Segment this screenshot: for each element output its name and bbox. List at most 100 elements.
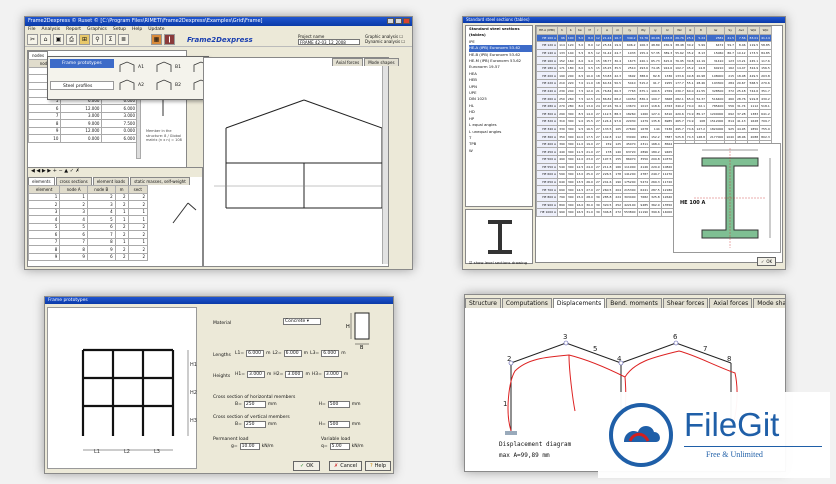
table-cell[interactable]: 4787 <box>636 170 651 179</box>
table-cell[interactable]: 12.5 <box>584 94 595 103</box>
variable-load-input[interactable]: 5.00 <box>329 443 350 450</box>
table-cell[interactable]: 18.08 <box>735 71 748 81</box>
table-cell[interactable]: 125 <box>612 139 624 149</box>
table-cell[interactable]: 12.000 <box>60 104 103 113</box>
table-cell[interactable]: 1 <box>59 192 88 201</box>
table-cell[interactable]: 27 <box>593 132 602 141</box>
table-cell[interactable]: 31.74 <box>735 101 748 111</box>
table-cell[interactable]: 460 <box>724 94 736 103</box>
table-cell[interactable]: 465.7 <box>673 117 686 126</box>
table-cell[interactable]: 7 <box>27 237 61 246</box>
table-cell[interactable]: 27 <box>593 177 602 187</box>
table-cell[interactable]: 1824000 <box>706 124 726 134</box>
table-cell[interactable]: 324.9 <box>746 63 761 73</box>
table-cell[interactable]: 16.5 <box>574 208 586 217</box>
material-select[interactable]: Concrete ▾ <box>283 318 321 325</box>
show-drawing-checkbox[interactable]: ☑ show level sections drawing <box>469 260 527 265</box>
table-cell[interactable]: 3692 <box>622 71 638 81</box>
table-cell[interactable]: 18260 <box>622 109 638 119</box>
table-cell[interactable]: 430.2 <box>759 94 772 103</box>
table-cell[interactable]: 178 <box>600 147 614 156</box>
table-cell[interactable]: 25.18 <box>735 86 748 96</box>
table-cell[interactable]: 515.2 <box>636 79 651 88</box>
table-cell[interactable]: 12 <box>593 41 602 50</box>
table-cell[interactable]: 490 <box>557 155 567 164</box>
table-cell[interactable]: 14.0 <box>584 109 595 119</box>
table-cell[interactable]: 166 <box>612 162 624 172</box>
table-cell[interactable]: 16.0 <box>574 200 586 210</box>
table-cell[interactable]: 148.8 <box>694 132 708 141</box>
table-cell[interactable]: 300 <box>565 192 576 202</box>
table-cell[interactable]: 152.2 <box>649 132 662 141</box>
table-cell[interactable]: 2581 <box>706 33 726 43</box>
table-cell[interactable]: 8.5 <box>584 48 595 58</box>
dialog-ok-button[interactable]: ✓ OK <box>293 461 321 471</box>
table-cell[interactable]: 13670 <box>622 101 638 111</box>
open-file-button[interactable]: ⌂ <box>40 34 51 45</box>
table-cell[interactable]: 6472 <box>706 41 726 50</box>
table-cell[interactable]: 3 <box>86 200 116 209</box>
table-cell[interactable]: 525.8 <box>673 132 686 141</box>
table-cell[interactable]: 64.34 <box>600 79 614 88</box>
table-cell[interactable]: 30.4 <box>612 56 624 65</box>
project-name-field[interactable]: FRAME 42-03_12_2008 <box>298 39 360 45</box>
table-cell[interactable]: 74.6 <box>684 124 696 134</box>
table-cell[interactable]: 84.85 <box>759 48 772 58</box>
table-cell[interactable]: 290 <box>557 109 567 119</box>
table-cell[interactable]: 2 <box>114 192 129 201</box>
table-cell[interactable]: 925 <box>724 124 736 134</box>
table-cell[interactable]: 1512000 <box>706 117 726 126</box>
table-cell[interactable]: 62.1 <box>694 101 708 111</box>
table-cell[interactable]: 744.6 <box>746 86 761 96</box>
table-row[interactable]: HE 340 A 330 300 9.5 16.5 27 133.5 105 27690 1678… <box>536 124 772 134</box>
table-cell[interactable]: 68.2 <box>612 94 624 103</box>
table-cell[interactable]: HE 600 A <box>536 170 559 179</box>
table-cell[interactable]: 390 <box>557 139 567 149</box>
table-cell[interactable]: 229.9 <box>649 162 662 172</box>
prototype-option[interactable]: B2 <box>155 77 190 93</box>
table-cell[interactable]: 230.7 <box>673 86 686 96</box>
table-cell[interactable]: 272 <box>612 208 624 217</box>
h2-input[interactable]: 3.000 <box>285 371 304 378</box>
table-cell[interactable]: 41.55 <box>694 86 708 96</box>
table-row[interactable]: 55622 <box>27 222 149 231</box>
table-cell[interactable]: 24 <box>593 94 602 103</box>
table-cell[interactable]: 303400 <box>622 192 638 202</box>
table-cell[interactable]: 100.5 <box>649 86 662 96</box>
table-cell[interactable]: 86970 <box>622 155 638 164</box>
table-row[interactable]: HE 240 A 230 240 7.5 12.0 21 76.84 60.3 7763 675.… <box>536 86 772 96</box>
table-row[interactable]: 10 0.000 6.000 <box>27 134 138 143</box>
table-cell[interactable]: 5 <box>27 222 61 231</box>
table-cell[interactable]: 178 <box>612 170 624 179</box>
table-cell[interactable]: 108 <box>694 117 708 126</box>
table-cell[interactable]: 2 <box>114 222 129 231</box>
tab-cross-sections[interactable]: cross sections <box>55 177 92 185</box>
h3-input[interactable]: 3.000 <box>323 371 342 378</box>
table-cell[interactable]: 300 <box>565 155 576 164</box>
table-cell[interactable]: HE 280 A <box>536 101 559 111</box>
table-cell[interactable]: 9465 <box>660 147 675 156</box>
table-cell[interactable]: 924.6 <box>660 63 675 73</box>
table-cell[interactable]: 12 <box>593 48 602 58</box>
table-cell[interactable]: HE 360 A <box>536 132 559 141</box>
table-cell[interactable]: 28.76 <box>735 94 748 103</box>
table-cell[interactable]: 12 <box>593 33 602 43</box>
table-cell[interactable]: 8.13 <box>694 48 708 58</box>
table-cell[interactable]: 156.5 <box>759 63 772 73</box>
table-cell[interactable]: 160 <box>565 56 576 65</box>
table-cell[interactable]: 16.7 <box>612 33 624 43</box>
table-cell[interactable]: 41.14 <box>759 33 772 43</box>
table-cell[interactable]: 269.3 <box>649 177 662 187</box>
tab-computations[interactable]: Computations <box>501 298 552 308</box>
table-cell[interactable]: 615.6 <box>660 56 675 65</box>
table-cell[interactable]: 120 <box>565 41 576 50</box>
table-cell[interactable]: 204 <box>612 185 624 194</box>
table-cell[interactable]: 123 <box>724 56 736 65</box>
table-cell[interactable]: 3.000 <box>60 111 103 120</box>
table-cell[interactable]: 1112 <box>746 101 761 111</box>
table-cell[interactable]: 300 <box>565 170 576 179</box>
table-cell[interactable]: 45.25 <box>600 63 614 73</box>
table-cell[interactable]: 6 <box>27 230 61 239</box>
chart-button[interactable]: ▦ <box>151 34 162 45</box>
table-cell[interactable]: 1 <box>127 215 149 224</box>
